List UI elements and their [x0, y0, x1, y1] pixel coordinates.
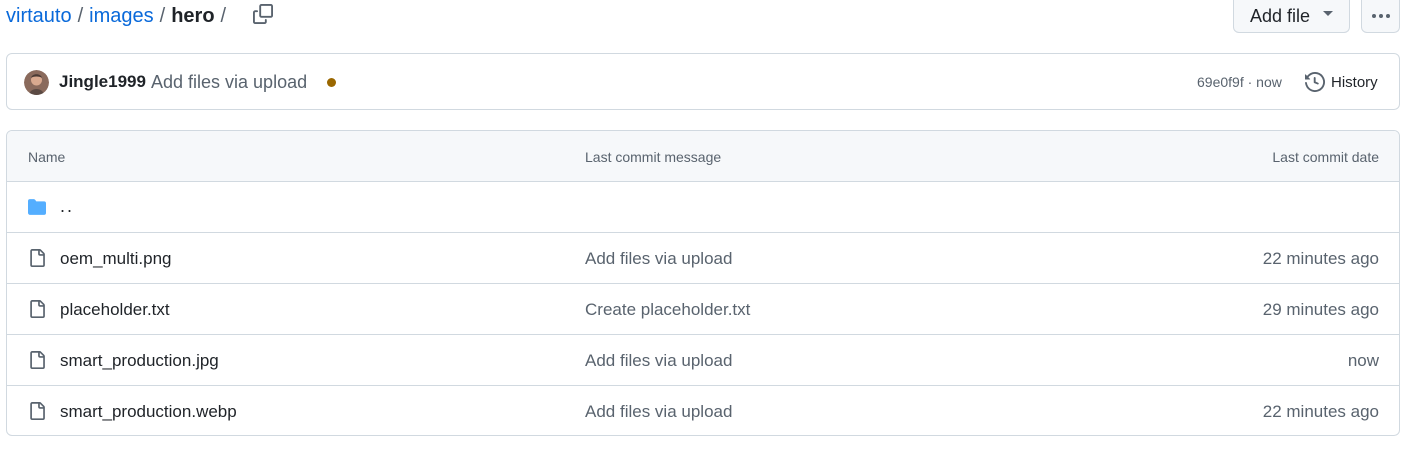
add-file-label: Add file — [1250, 5, 1311, 26]
table-row: oem_multi.png Add files via upload 22 mi… — [7, 233, 1399, 284]
commit-sha[interactable]: 69e0f9f — [1197, 74, 1244, 90]
copy-path-button[interactable] — [250, 1, 276, 27]
column-header-name: Name — [28, 149, 66, 165]
table-row: smart_production.webp Add files via uplo… — [7, 386, 1399, 435]
header-bar: virtauto / images / hero / Add file — [0, 0, 1412, 40]
file-commit-date: 22 minutes ago — [1262, 402, 1379, 421]
file-commit-date: 29 minutes ago — [1262, 300, 1379, 319]
commit-status-dot[interactable] — [327, 78, 336, 87]
commit-message[interactable]: Add files via upload — [151, 72, 307, 93]
breadcrumb-separator: / — [159, 5, 166, 27]
file-commit-message[interactable]: Add files via upload — [585, 351, 732, 371]
file-commit-message[interactable]: Add files via upload — [585, 249, 732, 269]
folder-icon — [28, 199, 46, 215]
file-icon — [30, 351, 45, 369]
file-icon — [30, 249, 45, 267]
latest-commit-bar: Jingle1999 Add files via upload 69e0f9f … — [6, 53, 1400, 110]
file-commit-message[interactable]: Create placeholder.txt — [585, 300, 750, 320]
file-name-link[interactable]: smart_production.jpg — [60, 351, 219, 371]
breadcrumb-current: hero — [171, 5, 215, 27]
breadcrumb: virtauto / images / hero / — [6, 4, 232, 28]
kebab-horizontal-icon — [1371, 14, 1390, 18]
file-name-link[interactable]: placeholder.txt — [60, 300, 170, 320]
file-icon — [30, 402, 45, 420]
table-header: Name Last commit message Last commit dat… — [7, 131, 1399, 182]
copy-icon — [253, 4, 273, 24]
avatar[interactable] — [24, 70, 49, 95]
more-options-button[interactable] — [1361, 0, 1400, 33]
commit-sha-time: 69e0f9f · now — [1197, 74, 1282, 90]
column-header-message: Last commit message — [585, 149, 722, 165]
file-name-link[interactable]: oem_multi.png — [60, 249, 172, 269]
breadcrumb-repo-link[interactable]: virtauto — [6, 4, 72, 28]
history-icon — [1305, 72, 1325, 92]
breadcrumb-separator: / — [77, 5, 84, 27]
file-commit-message[interactable]: Add files via upload — [585, 402, 732, 422]
history-label: History — [1331, 73, 1378, 91]
parent-directory-row[interactable]: .. — [7, 182, 1399, 233]
file-commit-date: now — [1347, 351, 1379, 370]
parent-directory-link[interactable]: .. — [60, 196, 74, 217]
add-file-button[interactable]: Add file — [1233, 0, 1350, 33]
history-button[interactable]: History — [1305, 70, 1378, 94]
file-table: Name Last commit message Last commit dat… — [6, 130, 1400, 436]
table-row: smart_production.jpg Add files via uploa… — [7, 335, 1399, 386]
breadcrumb-folder-link[interactable]: images — [89, 4, 153, 28]
file-commit-date: 22 minutes ago — [1262, 249, 1379, 268]
commit-author[interactable]: Jingle1999 — [59, 72, 146, 92]
file-name-link[interactable]: smart_production.webp — [60, 402, 237, 422]
breadcrumb-separator: / — [220, 5, 227, 27]
commit-time-separator: · — [1243, 74, 1257, 90]
commit-time: now — [1256, 74, 1282, 90]
file-icon — [30, 300, 45, 318]
column-header-date: Last commit date — [1272, 149, 1379, 165]
table-row: placeholder.txt Create placeholder.txt 2… — [7, 284, 1399, 335]
chevron-down-icon — [1323, 11, 1333, 16]
avatar-image — [24, 70, 49, 95]
